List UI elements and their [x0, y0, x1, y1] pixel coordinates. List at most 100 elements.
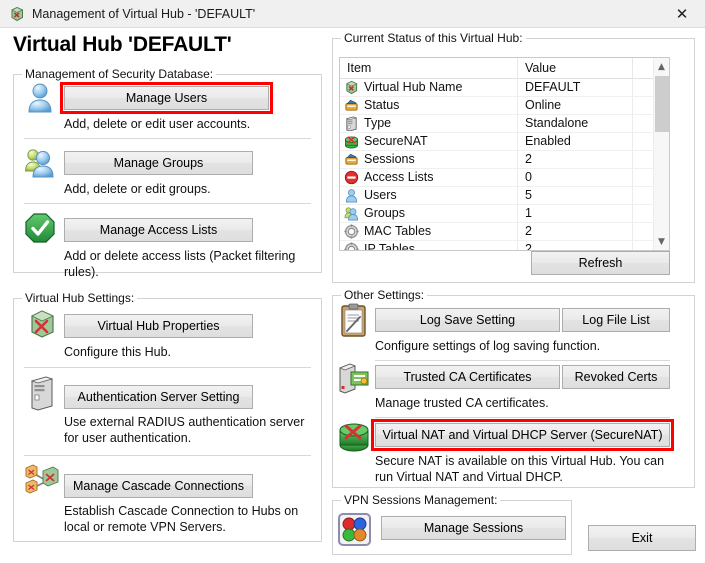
trusted-ca-certificates-description: Manage trusted CA certificates. [375, 396, 549, 410]
green-check-icon [23, 211, 57, 245]
gear-icon [344, 242, 359, 250]
cell-item: Groups [340, 205, 518, 222]
server-tower-icon [28, 375, 56, 411]
cell-value: DEFAULT [518, 79, 633, 96]
other-settings-group-label: Other Settings: [341, 288, 428, 302]
status-icon [344, 98, 359, 113]
status-listview[interactable]: Item Value Virtual Hub Name DEFAULT Status… [339, 57, 670, 251]
table-row[interactable]: Virtual Hub Name DEFAULT [340, 79, 669, 97]
manage-access-lists-description: Add or delete access lists (Packet filte… [64, 249, 296, 279]
virtual-hub-properties-button[interactable]: Virtual Hub Properties [64, 314, 253, 338]
divider [375, 360, 670, 361]
cell-item: Type [340, 115, 518, 132]
vpn-sessions-group-label: VPN Sessions Management: [341, 493, 501, 507]
manage-users-button[interactable]: Manage Users [64, 86, 269, 110]
user-icon [23, 81, 57, 115]
gear-icon [344, 224, 359, 239]
close-icon[interactable]: ✕ [659, 0, 705, 27]
listview-body: Virtual Hub Name DEFAULT Status Online Type S… [340, 79, 669, 250]
table-row[interactable]: IP Tables 2 [340, 241, 669, 250]
column-header-item[interactable]: Item [340, 58, 518, 78]
revoked-certs-button[interactable]: Revoked Certs [562, 365, 670, 389]
server-tower-icon [344, 116, 359, 131]
divider [24, 203, 311, 204]
chevron-down-icon[interactable]: ▼ [654, 233, 669, 250]
virtual-hub-properties-description: Configure this Hub. [64, 345, 172, 359]
clipboard-icon [338, 303, 370, 339]
cell-value: Online [518, 97, 633, 114]
user-icon [344, 188, 359, 203]
users-group-icon [344, 206, 359, 221]
virtual-hub-icon [9, 6, 25, 22]
listview-header: Item Value [340, 58, 669, 79]
security-database-group-label: Management of Security Database: [22, 67, 217, 81]
cell-item: Virtual Hub Name [340, 79, 518, 96]
cell-item: Access Lists [340, 169, 518, 186]
page-title: Virtual Hub 'DEFAULT' [13, 33, 232, 56]
manage-access-lists-button[interactable]: Manage Access Lists [64, 218, 253, 242]
cell-item: MAC Tables [340, 223, 518, 240]
cell-value: 1 [518, 205, 633, 222]
table-row[interactable]: Groups 1 [340, 205, 669, 223]
securenat-button[interactable]: Virtual NAT and Virtual DHCP Server (Sec… [375, 423, 670, 447]
divider [375, 417, 670, 418]
authentication-server-setting-button[interactable]: Authentication Server Setting [64, 385, 253, 409]
column-header-value[interactable]: Value [518, 58, 633, 78]
table-row[interactable]: MAC Tables 2 [340, 223, 669, 241]
cell-item: IP Tables [340, 241, 518, 250]
authentication-server-setting-description: Use external RADIUS authentication serve… [64, 415, 305, 445]
scrollbar-thumb[interactable] [655, 76, 669, 132]
cell-item: Sessions [340, 151, 518, 168]
virtual-hub-settings-group-label: Virtual Hub Settings: [22, 291, 138, 305]
table-row[interactable]: Access Lists 0 [340, 169, 669, 187]
certificate-server-icon [338, 362, 370, 396]
cell-value: 0 [518, 169, 633, 186]
status-icon [344, 152, 359, 167]
cell-item: Status [340, 97, 518, 114]
current-status-group-label: Current Status of this Virtual Hub: [341, 31, 526, 45]
cell-value: 5 [518, 187, 633, 204]
table-row[interactable]: Type Standalone [340, 115, 669, 133]
hub-properties-icon [26, 308, 58, 340]
log-save-setting-button[interactable]: Log Save Setting [375, 308, 560, 332]
trusted-ca-certificates-button[interactable]: Trusted CA Certificates [375, 365, 560, 389]
title-bar: Management of Virtual Hub - 'DEFAULT' ✕ [0, 0, 705, 28]
table-row[interactable]: SecureNAT Enabled [340, 133, 669, 151]
table-row[interactable]: Users 5 [340, 187, 669, 205]
cell-value: 2 [518, 151, 633, 168]
divider [24, 455, 311, 456]
divider [24, 367, 311, 368]
cell-item: Users [340, 187, 518, 204]
column-header-pad[interactable] [633, 58, 654, 78]
table-row[interactable]: Sessions 2 [340, 151, 669, 169]
cell-item: SecureNAT [340, 133, 518, 150]
log-save-setting-description: Configure settings of log saving functio… [375, 339, 601, 353]
securenat-icon [344, 134, 359, 149]
manage-groups-description: Add, delete or edit groups. [64, 182, 211, 196]
manage-groups-button[interactable]: Manage Groups [64, 151, 253, 175]
virtual-hub-management-window: Management of Virtual Hub - 'DEFAULT' ✕ … [0, 0, 705, 563]
sessions-icon [338, 513, 371, 546]
access-list-icon [344, 170, 359, 185]
manage-sessions-button[interactable]: Manage Sessions [381, 516, 566, 540]
exit-button[interactable]: Exit [588, 525, 696, 551]
cascade-connection-icon [24, 463, 60, 497]
users-group-icon [23, 146, 57, 180]
manage-users-description: Add, delete or edit user accounts. [64, 117, 251, 131]
securenat-icon [336, 418, 372, 454]
cell-value: Enabled [518, 133, 633, 150]
cell-value: 2 [518, 223, 633, 240]
log-file-list-button[interactable]: Log File List [562, 308, 670, 332]
refresh-button[interactable]: Refresh [531, 251, 670, 275]
divider [24, 138, 311, 139]
window-title: Management of Virtual Hub - 'DEFAULT' [32, 7, 256, 21]
cell-value: Standalone [518, 115, 633, 132]
listview-scrollbar[interactable]: ▲ ▼ [653, 58, 669, 250]
manage-cascade-connections-description: Establish Cascade Connection to Hubs on … [64, 504, 299, 534]
securenat-description: Secure NAT is available on this Virtual … [375, 454, 665, 484]
table-row[interactable]: Status Online [340, 97, 669, 115]
virtual-hub-icon [344, 80, 359, 95]
manage-cascade-connections-button[interactable]: Manage Cascade Connections [64, 474, 253, 498]
chevron-up-icon[interactable]: ▲ [654, 58, 669, 75]
cell-value: 2 [518, 241, 633, 250]
